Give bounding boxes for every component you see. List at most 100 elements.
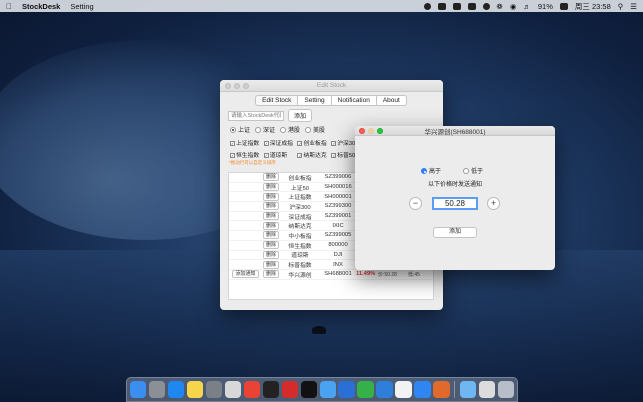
add-notification-button[interactable]: 添加通知 xyxy=(232,270,259,279)
dialog-title: 华兴源创(SH688001) xyxy=(424,128,486,136)
radio-below[interactable]: 低于 xyxy=(463,166,483,175)
screenshot-icon[interactable] xyxy=(224,381,242,398)
trash-icon[interactable] xyxy=(497,381,515,398)
delete-button[interactable]: 删除 xyxy=(262,270,279,279)
stock-code-input[interactable] xyxy=(228,110,284,121)
checkmark-icon: ✓ xyxy=(331,152,337,158)
battery-text[interactable]: 91% xyxy=(538,2,553,11)
tab-setting[interactable]: Setting xyxy=(297,95,332,106)
message-status-icon[interactable] xyxy=(437,2,446,10)
stock-change: 11.49% xyxy=(356,271,376,278)
notification-center-icon[interactable]: ☰ xyxy=(630,2,637,11)
menu-setting[interactable]: Setting xyxy=(70,2,93,11)
checkmark-icon: ✓ xyxy=(263,140,269,146)
window-icon[interactable] xyxy=(478,381,496,398)
maps-icon[interactable] xyxy=(376,381,393,398)
menubar:  StockDesk Setting ❁ ◉ ♬ 91% 周三 23:58 ⚲… xyxy=(0,0,643,12)
qq-icon[interactable] xyxy=(300,381,317,398)
clock-status-icon[interactable] xyxy=(482,2,490,10)
stock-name: 上证50 xyxy=(290,185,310,192)
tab-notification[interactable]: Notification xyxy=(330,95,377,106)
stock-low: 低:45 xyxy=(408,271,420,278)
finder-icon[interactable] xyxy=(130,381,147,398)
wifi-icon[interactable]: ◉ xyxy=(510,2,517,11)
delete-button[interactable]: 删除 xyxy=(262,241,279,250)
tab-edit-stock[interactable]: Edit Stock xyxy=(255,95,299,106)
safari-icon[interactable] xyxy=(167,381,185,398)
delete-button[interactable]: 删除 xyxy=(262,212,279,221)
radio-icon xyxy=(463,168,470,175)
delete-button[interactable]: 删除 xyxy=(262,221,279,230)
market-radios: 上证 深证 港股 美股 xyxy=(230,125,325,134)
increment-button[interactable]: + xyxy=(487,197,500,210)
battery-icon[interactable] xyxy=(559,2,568,10)
appstore-icon[interactable] xyxy=(414,381,431,398)
qq-status-icon[interactable] xyxy=(423,2,431,10)
dialog-titlebar[interactable]: 华兴源创(SH688001) xyxy=(355,126,555,136)
check-nasdaq[interactable]: ✓ 纳斯达克 xyxy=(297,150,328,159)
add-stock-button[interactable]: 添加 xyxy=(288,109,313,122)
price-alert-dialog: 华兴源创(SH688001) 高于 低于 以下价格时发送通知 − 50.28 +… xyxy=(355,126,555,270)
preview-icon[interactable] xyxy=(319,381,336,398)
stock-name: 中小板指 xyxy=(288,233,312,240)
terminal-icon[interactable] xyxy=(262,381,280,398)
display-status-icon[interactable] xyxy=(452,2,461,10)
delete-button[interactable]: 删除 xyxy=(262,231,279,240)
delete-button[interactable]: 删除 xyxy=(262,250,279,259)
check-dji[interactable]: ✓ 道琼斯 xyxy=(263,150,295,159)
volume-icon[interactable]: ♬ xyxy=(523,2,531,11)
textedit-icon[interactable] xyxy=(395,381,412,398)
folder-icon[interactable] xyxy=(459,381,477,398)
delete-button[interactable]: 删除 xyxy=(262,202,279,211)
tab-bar: Edit Stock Setting Notification About xyxy=(220,95,443,106)
delete-button[interactable]: 删除 xyxy=(262,173,279,182)
stock-name: 标普指数 xyxy=(288,263,312,270)
check-sh-index[interactable]: ✓ 上证指数 xyxy=(230,138,261,147)
checkmark-icon: ✓ xyxy=(263,152,269,158)
check-hsi[interactable]: ✓ 恒生指数 xyxy=(230,150,261,159)
checkmark-icon: ✓ xyxy=(230,140,235,146)
app-name-menu[interactable]: StockDesk xyxy=(22,2,60,11)
add-alert-button[interactable]: 添加 xyxy=(433,227,477,238)
stock-price: 价:50.28 xyxy=(378,271,397,278)
radio-above[interactable]: 高于 xyxy=(421,166,441,175)
chrome-icon[interactable] xyxy=(243,381,261,398)
market-sh[interactable]: 上证 xyxy=(230,125,250,134)
radio-icon xyxy=(255,127,262,134)
market-sz[interactable]: 深证 xyxy=(255,125,275,134)
stock-code: SZ399006 xyxy=(324,174,352,181)
check-chinext[interactable]: ✓ 创业板指 xyxy=(297,138,328,147)
notes-icon[interactable] xyxy=(186,381,204,398)
apple-menu-icon[interactable]:  xyxy=(6,2,12,11)
stock-name: 上证指数 xyxy=(288,195,312,202)
window-titlebar[interactable]: Edit Stock xyxy=(220,80,443,92)
launchpad-icon[interactable] xyxy=(148,381,166,398)
stock-status-icon[interactable] xyxy=(467,2,476,10)
delete-button[interactable]: 删除 xyxy=(262,192,279,201)
delete-button[interactable]: 删除 xyxy=(262,183,279,192)
index-checkboxes: ✓ 上证指数 ✓ 深证成指 ✓ 创业板指 ✓ 沪深300 ✓ 恒生指数 ✓ 道琼斯 ✓ 纳斯达… xyxy=(230,138,360,159)
stock-code: IXIC xyxy=(332,222,344,229)
system-preferences-icon[interactable] xyxy=(205,381,223,398)
books-icon[interactable] xyxy=(433,381,450,398)
xcode-icon[interactable] xyxy=(338,381,355,398)
table-row[interactable]: 添加通知 删除 华兴源创 SH688001 11.49% 价:50.28 低:4… xyxy=(229,270,433,280)
market-hk[interactable]: 港股 xyxy=(280,125,300,134)
check-sz-index[interactable]: ✓ 深证成指 xyxy=(263,138,295,147)
price-input[interactable]: 50.28 xyxy=(432,197,478,210)
tab-about[interactable]: About xyxy=(375,95,407,106)
dock-separator xyxy=(454,381,456,398)
bluetooth-icon[interactable]: ❁ xyxy=(497,2,503,11)
decrement-button[interactable]: − xyxy=(409,197,422,210)
spotlight-icon[interactable]: ⚲ xyxy=(618,2,624,11)
media-icon[interactable] xyxy=(357,381,374,398)
stock-code: DJI xyxy=(333,251,343,258)
stock-name: 道琼斯 xyxy=(291,253,309,260)
delete-button[interactable]: 删除 xyxy=(262,260,279,269)
radio-icon xyxy=(230,127,236,134)
clock-text[interactable]: 周三 23:58 xyxy=(575,1,611,12)
checkmark-icon: ✓ xyxy=(297,140,303,146)
stock-name: 纳斯达克 xyxy=(288,224,312,231)
market-us[interactable]: 美股 xyxy=(305,125,325,134)
netease-icon[interactable] xyxy=(281,381,298,398)
